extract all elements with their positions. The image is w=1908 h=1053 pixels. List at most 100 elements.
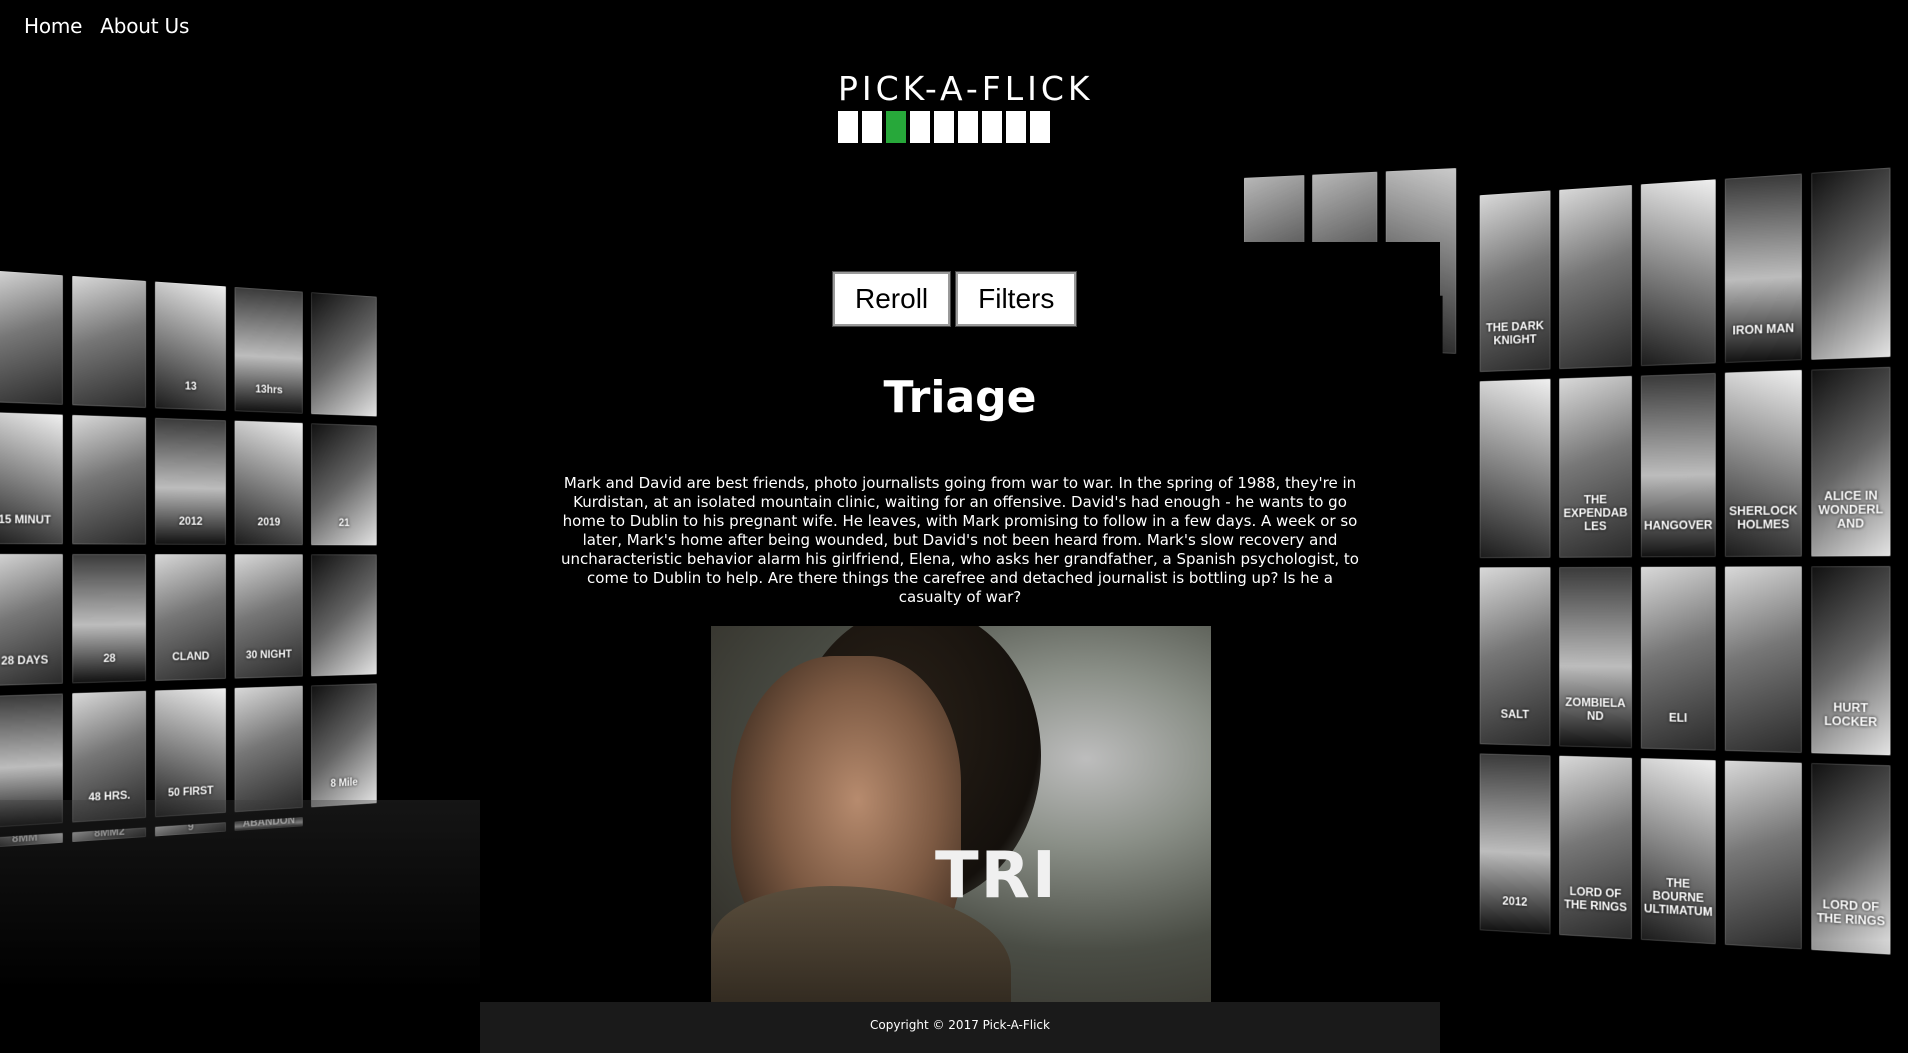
wall-poster-label — [72, 526, 146, 527]
wall-poster-label: HURT LOCKER — [1824, 699, 1878, 729]
wall-poster-label: 28 — [103, 651, 116, 665]
wall-poster-label: ALICE IN WONDERLAND — [1818, 488, 1884, 531]
wall-poster-label: 2012 — [1502, 893, 1528, 909]
wall-poster: 2012 — [1479, 753, 1551, 935]
footer: Copyright © 2017 Pick-A-Flick — [480, 1002, 1440, 1053]
wall-poster-label: 21 — [338, 515, 350, 529]
wall-poster: 21 — [311, 423, 377, 546]
logo-block — [862, 111, 882, 143]
wall-poster — [1559, 184, 1632, 370]
wall-poster-label: LORD OF THE RINGS — [1816, 896, 1885, 929]
wall-poster: SALT — [1479, 567, 1551, 747]
wall-poster-label: 8 Mile — [330, 775, 358, 790]
page: Home About Us PICK-A-FLICK 13 13hrs 15 MIN… — [0, 0, 1908, 1053]
wall-poster: HANGOVER — [1640, 372, 1716, 558]
copyright-text: Copyright © 2017 Pick-A-Flick — [870, 1018, 1050, 1032]
wall-poster-label — [311, 397, 377, 400]
wall-poster-label: LORD OF THE RINGS — [1564, 883, 1627, 914]
logo-block — [1030, 111, 1050, 143]
wall-poster-label: THE EXPENDABLES — [1563, 492, 1628, 533]
wall-poster-label — [1811, 330, 1890, 333]
wall-poster-label: ZOMBIELAND — [1565, 694, 1626, 723]
wall-poster-label: 13hrs — [255, 381, 283, 397]
wall-poster-label: CLAND — [172, 648, 210, 664]
wall-poster-label — [311, 658, 377, 660]
wall-poster-label: THE DARK KNIGHT — [1486, 318, 1544, 348]
wall-poster-label — [72, 387, 146, 390]
wall-poster-label: HANGOVER — [1644, 517, 1713, 533]
site-logo[interactable]: PICK-A-FLICK — [838, 69, 1094, 143]
logo-block — [982, 111, 1002, 143]
floor-reflection — [0, 800, 480, 1053]
wall-poster-label — [1480, 533, 1551, 534]
wall-poster: 2012 — [155, 417, 226, 545]
wall-poster: 15 MINUT — [0, 412, 63, 545]
wall-poster-label: ELI — [1668, 709, 1688, 725]
wall-poster-label: IRON MAN — [1732, 319, 1795, 338]
wall-poster — [234, 685, 303, 813]
right-wall-fade — [1440, 940, 1908, 1053]
wall-poster: 28 — [72, 554, 147, 684]
wall-poster — [311, 554, 377, 677]
reroll-button[interactable]: Reroll — [833, 272, 951, 326]
wall-poster-label: 30 NIGHT — [245, 647, 292, 662]
wall-poster: 8 Mile — [311, 683, 377, 808]
wall-poster: ELI — [1640, 566, 1716, 751]
logo-blocks — [838, 111, 1084, 143]
wall-poster-label: SHERLOCK HOLMES — [1729, 502, 1798, 532]
wall-poster — [72, 414, 147, 545]
poster-title-text: TRI — [935, 839, 1058, 913]
wall-poster-label: THE BOURNE ULTIMATUM — [1643, 875, 1713, 919]
nav-about-link[interactable]: About Us — [100, 14, 189, 38]
movie-panel: Reroll Filters Triage Mark and David are… — [480, 242, 1440, 1053]
poster-wall-left: 13 13hrs 15 MINUT 2012 2019 21 28 DAYS 28 CLAND 3… — [0, 270, 420, 848]
wall-poster: SHERLOCK HOLMES — [1724, 369, 1802, 557]
logo-text: PICK-A-FLICK — [838, 69, 1094, 108]
wall-poster — [0, 270, 63, 405]
wall-poster: 13 — [155, 281, 226, 411]
wall-poster — [1640, 179, 1716, 367]
movie-title: Triage — [883, 372, 1037, 423]
wall-poster: LORD OF THE RINGS — [1811, 763, 1891, 955]
wall-poster: LORD OF THE RINGS — [1559, 755, 1632, 940]
logo-block — [958, 111, 978, 143]
nav-home-link[interactable]: Home — [24, 14, 82, 38]
wall-poster: HURT LOCKER — [1811, 566, 1891, 756]
action-buttons: Reroll Filters — [833, 272, 1077, 326]
wall-poster — [311, 292, 377, 417]
wall-poster — [72, 275, 147, 408]
wall-poster-label — [1725, 725, 1802, 727]
wall-poster-label: 15 MINUT — [0, 512, 51, 527]
wall-poster: 50 FIRST — [155, 688, 226, 818]
logo-block — [1006, 111, 1026, 143]
top-nav: Home About Us — [24, 14, 189, 38]
wall-poster-label — [1641, 338, 1716, 341]
wall-poster: THE BOURNE ULTIMATUM — [1640, 758, 1716, 945]
logo-block — [838, 111, 858, 143]
wall-poster — [1811, 167, 1891, 360]
movie-poster-image: TRI — [711, 626, 1211, 1006]
wall-poster — [1724, 566, 1802, 753]
filters-button[interactable]: Filters — [956, 272, 1077, 326]
logo-block-accent — [886, 111, 906, 143]
wall-poster: IRON MAN — [1724, 173, 1802, 363]
wall-poster: 2019 — [234, 420, 303, 546]
wall-poster: 30 NIGHT — [234, 554, 303, 679]
wall-poster-label: 50 FIRST — [167, 783, 214, 800]
wall-poster: ALICE IN WONDERLAND — [1811, 366, 1891, 557]
logo-block — [910, 111, 930, 143]
wall-poster-label — [1559, 341, 1632, 344]
wall-poster: 28 DAYS — [0, 554, 63, 686]
wall-poster: THE DARK KNIGHT — [1479, 190, 1551, 373]
wall-poster-label — [1725, 919, 1802, 923]
wall-poster-label: 2019 — [257, 514, 281, 529]
wall-poster-label: 13 — [184, 378, 197, 393]
wall-poster: CLAND — [155, 554, 226, 681]
wall-poster: ZOMBIELAND — [1559, 566, 1632, 749]
wall-poster — [1724, 760, 1802, 950]
wall-poster-label — [235, 791, 303, 795]
wall-poster-label: 28 DAYS — [1, 652, 49, 668]
wall-poster: 13hrs — [234, 286, 303, 414]
wall-poster — [1479, 378, 1551, 559]
wall-poster-label — [0, 384, 63, 387]
